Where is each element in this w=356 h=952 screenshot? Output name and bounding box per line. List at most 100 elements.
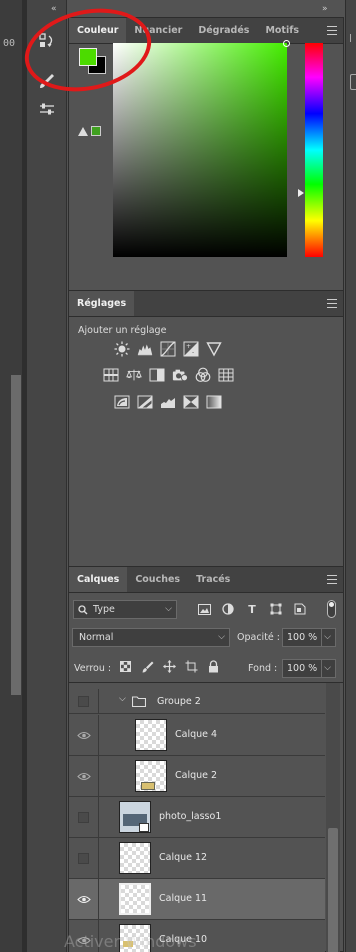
layer-row-calque-11[interactable]: Calque 11 xyxy=(69,879,325,920)
opacity-label: Opacité : xyxy=(237,632,280,643)
lock-transparency-icon[interactable] xyxy=(119,660,132,673)
layer-thumbnail xyxy=(119,801,151,833)
adjustments-row-2 xyxy=(103,367,234,383)
layer-filter-select[interactable]: Type ⌵ xyxy=(73,600,177,619)
history-icon[interactable] xyxy=(35,30,59,52)
layer-row-calque-4[interactable]: Calque 4 xyxy=(69,715,325,756)
filter-toggle-switch[interactable] xyxy=(327,600,336,618)
layer-thumbnail xyxy=(119,883,151,915)
blend-mode-select[interactable]: Normal ⌵ xyxy=(72,628,230,647)
collapse-arrows-icon[interactable]: « xyxy=(51,4,57,14)
foreground-color-swatch[interactable] xyxy=(79,48,97,66)
threshold-icon[interactable] xyxy=(160,394,176,410)
layer-row-photo-lasso1[interactable]: photo_lasso1 xyxy=(69,797,325,838)
fill-label: Fond : xyxy=(248,663,278,674)
text-filter-icon[interactable]: T xyxy=(245,602,259,616)
chevron-down-icon[interactable]: ⌵ xyxy=(324,632,331,642)
layer-row-calque-2[interactable]: Calque 2 xyxy=(69,756,325,797)
color-balance-icon[interactable] xyxy=(126,367,142,383)
adjustments-row-3 xyxy=(114,394,222,410)
visibility-off-box xyxy=(78,695,89,707)
layers-tabbar: Calques Couches Tracés xyxy=(69,567,343,593)
layers-panel: Calques Couches Tracés Type ⌵ T Normal ⌵… xyxy=(68,566,344,952)
layers-body: Type ⌵ T Normal ⌵ Opacité: 100 % ⌵ Verr… xyxy=(69,594,343,952)
selective-color-icon[interactable] xyxy=(183,394,199,410)
chevron-down-icon: ⌵ xyxy=(165,604,172,614)
black-white-icon[interactable] xyxy=(149,367,165,383)
color-lookup-icon[interactable] xyxy=(218,367,234,383)
tab-calques[interactable]: Calques xyxy=(69,567,128,592)
hue-saturation-icon[interactable] xyxy=(103,367,119,383)
tab-motifs[interactable]: Motifs xyxy=(257,18,307,43)
svg-text:-: - xyxy=(192,350,194,357)
layers-scrollbar[interactable] xyxy=(326,683,340,952)
panel-menu-icon[interactable] xyxy=(327,299,337,308)
visibility-toggle[interactable] xyxy=(69,879,99,919)
lock-position-move-icon[interactable] xyxy=(163,660,176,673)
tab-nuancier[interactable]: Nuancier xyxy=(126,18,190,43)
tab-degrades[interactable]: Dégradés xyxy=(190,18,257,43)
color-picker-marker[interactable] xyxy=(283,40,290,47)
shape-filter-icon[interactable] xyxy=(269,602,283,616)
right-panel-edge xyxy=(345,0,356,952)
exposure-icon[interactable]: + - xyxy=(183,341,199,357)
filter-label: Type xyxy=(93,604,115,615)
adjustments-panel: Réglages Ajouter un réglage + - xyxy=(68,290,344,568)
layer-name: Calque 4 xyxy=(175,729,218,740)
activate-windows-watermark: Activer Windows xyxy=(64,932,197,951)
image-filter-icon[interactable] xyxy=(197,602,211,616)
panel-menu-icon[interactable] xyxy=(327,26,337,35)
thumbnail-content xyxy=(141,782,155,790)
layer-name: Calque 12 xyxy=(159,852,208,863)
lock-pixels-brush-icon[interactable] xyxy=(141,660,154,673)
layer-row-calque-12[interactable]: Calque 12 xyxy=(69,838,325,879)
properties-sliders-icon[interactable] xyxy=(35,98,59,120)
layer-filter-icons: T xyxy=(197,602,307,616)
opacity-field[interactable]: 100 % ⌵ xyxy=(282,628,336,647)
brightness-contrast-icon[interactable] xyxy=(114,341,130,357)
levels-icon[interactable] xyxy=(137,341,153,357)
scrollbar-thumb[interactable] xyxy=(328,828,338,952)
field-separator xyxy=(321,660,322,677)
chevron-down-icon[interactable]: ⌵ xyxy=(324,663,331,673)
photo-filter-icon[interactable] xyxy=(172,367,188,383)
gamut-warning[interactable] xyxy=(78,126,101,136)
tab-couleur[interactable]: Couleur xyxy=(69,18,127,43)
layer-name: Groupe 2 xyxy=(157,696,201,707)
opacity-value: 100 % xyxy=(287,632,318,643)
edge-panel-icon[interactable] xyxy=(350,74,356,90)
fill-field[interactable]: 100 % ⌵ xyxy=(282,659,336,678)
blend-mode-value: Normal xyxy=(79,632,114,643)
saturation-value-field[interactable] xyxy=(113,43,287,257)
gradient-map-icon[interactable] xyxy=(206,394,222,410)
visibility-toggle[interactable] xyxy=(69,756,99,796)
vibrance-icon[interactable] xyxy=(206,341,222,357)
visibility-toggle[interactable] xyxy=(69,715,99,755)
hue-slider[interactable] xyxy=(305,43,323,257)
channel-mixer-icon[interactable] xyxy=(195,367,211,383)
tab-couches[interactable]: Couches xyxy=(127,567,188,592)
adjustment-filter-icon[interactable] xyxy=(221,602,235,616)
tab-traces[interactable]: Tracés xyxy=(188,567,238,592)
folder-icon xyxy=(132,696,146,707)
color-tabbar: Couleur Nuancier Dégradés Motifs xyxy=(69,18,343,44)
hue-slider-handle[interactable] xyxy=(298,189,304,197)
visibility-toggle[interactable] xyxy=(69,797,99,837)
curves-icon[interactable] xyxy=(160,341,176,357)
chevron-down-icon[interactable]: ⌵ xyxy=(119,694,126,704)
document-scrollbar[interactable] xyxy=(11,375,21,695)
lock-artboard-icon[interactable] xyxy=(185,660,198,673)
smart-object-filter-icon[interactable] xyxy=(293,602,307,616)
expand-panels-icon[interactable]: » xyxy=(322,4,328,14)
tab-reglages[interactable]: Réglages xyxy=(69,291,135,316)
layer-row-groupe-2[interactable]: ⌵ Groupe 2 xyxy=(69,689,325,714)
color-panel: Couleur Nuancier Dégradés Motifs xyxy=(68,17,344,292)
visibility-toggle[interactable] xyxy=(69,689,99,713)
posterize-icon[interactable] xyxy=(137,394,153,410)
layer-thumbnail xyxy=(119,842,151,874)
brush-settings-icon[interactable] xyxy=(35,70,59,92)
panel-menu-icon[interactable] xyxy=(327,575,337,584)
visibility-toggle[interactable] xyxy=(69,838,99,878)
lock-all-icon[interactable] xyxy=(207,660,220,673)
invert-icon[interactable] xyxy=(114,394,130,410)
